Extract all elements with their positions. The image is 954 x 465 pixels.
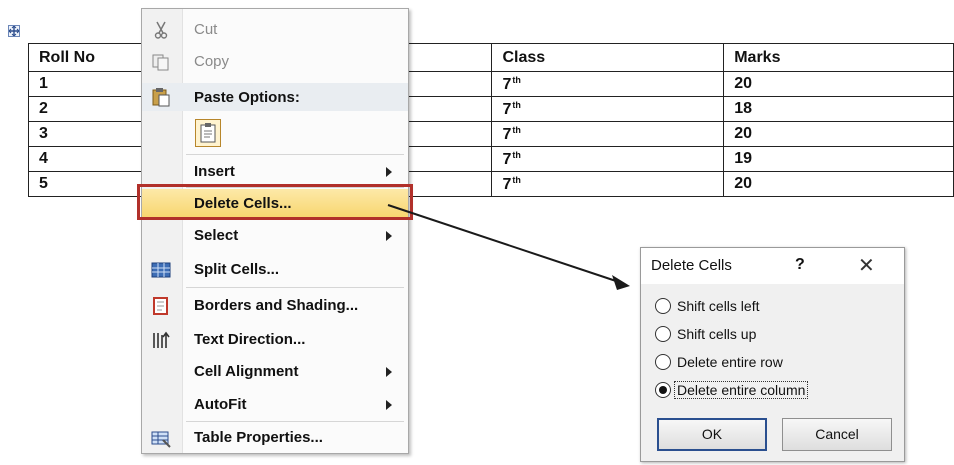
menu-separator [186,421,404,422]
option-label: Delete entire row [677,354,783,370]
submenu-arrow-icon [386,400,392,410]
menu-item-label: Cut [194,21,218,38]
class-suffix: th [512,74,521,85]
help-button[interactable]: ? [795,256,805,274]
class-base: 7 [502,100,512,118]
menu-item-cell-alignment[interactable]: Cell Alignment [142,357,408,387]
class-base: 7 [502,75,512,93]
menu-item-table-properties[interactable]: Table Properties... [142,423,408,453]
menu-item-autofit[interactable]: AutoFit [142,390,408,420]
cell-marks[interactable]: 18 [723,96,954,122]
cell-marks[interactable]: 20 [723,121,954,147]
cell-class[interactable]: 7th [491,121,725,147]
dialog-titlebar: Delete Cells ? ✕ [641,248,904,284]
menu-item-borders-shading[interactable]: Borders and Shading... [142,291,408,321]
copy-icon [151,52,171,72]
submenu-arrow-icon [386,231,392,241]
cell-class[interactable]: 7th [491,96,725,122]
borders-icon [151,296,171,316]
menu-item-split-cells[interactable]: Split Cells... [142,255,408,285]
table-move-handle-icon[interactable] [8,25,20,37]
menu-item-select[interactable]: Select [142,221,408,251]
menu-item-label: Insert [194,163,235,180]
clipboard-icon [151,87,171,107]
class-base: 7 [502,125,512,143]
close-icon[interactable]: ✕ [858,253,875,278]
cell-marks[interactable]: 20 [723,171,954,197]
ok-button[interactable]: OK [657,418,767,451]
dialog-title: Delete Cells [651,257,732,274]
menu-item-label: AutoFit [194,396,247,413]
header-class[interactable]: Class [491,43,725,72]
class-base: 7 [502,150,512,168]
radio-button-selected[interactable] [655,382,671,398]
menu-item-label: Select [194,227,239,244]
paste-options-label: Paste Options: [194,89,300,106]
option-label: Shift cells up [677,326,757,342]
option-label: Delete entire column [673,381,809,399]
cell-marks[interactable]: 20 [723,71,954,97]
menu-item-copy[interactable]: Copy [142,47,408,77]
split-cells-icon [151,260,171,280]
menu-separator [186,154,404,155]
cell-marks[interactable]: 19 [723,146,954,172]
radio-button[interactable] [655,326,671,342]
paste-options-header: Paste Options: [142,83,408,111]
paste-keep-formatting-button[interactable] [195,119,221,147]
menu-item-label: Text Direction... [194,331,306,348]
class-base: 7 [502,175,512,193]
class-suffix: th [512,124,521,135]
text-direction-icon [151,330,171,350]
menu-item-label: Copy [194,53,230,70]
menu-item-insert[interactable]: Insert [142,157,408,187]
context-menu: Cut Copy Paste Options: Insert Delete Ce… [141,8,409,454]
menu-item-label: Split Cells... [194,261,280,278]
header-marks[interactable]: Marks [723,43,954,72]
class-suffix: th [512,149,521,160]
menu-item-cut[interactable]: Cut [142,15,408,45]
menu-separator [186,287,404,288]
cell-class[interactable]: 7th [491,71,725,97]
submenu-arrow-icon [386,367,392,377]
cell-class[interactable]: 7th [491,171,725,197]
menu-item-text-direction[interactable]: Text Direction... [142,325,408,355]
option-label: Shift cells left [677,298,760,314]
radio-button[interactable] [655,298,671,314]
scissors-icon [151,20,171,40]
cell-class[interactable]: 7th [491,146,725,172]
menu-item-label: Borders and Shading... [194,297,359,314]
menu-item-label: Table Properties... [194,429,323,446]
class-suffix: th [512,174,521,185]
cancel-button[interactable]: Cancel [782,418,892,451]
radio-button[interactable] [655,354,671,370]
delete-cells-dialog: Delete Cells ? ✕ Shift cells left Shift … [640,247,905,462]
class-suffix: th [512,99,521,110]
callout-highlight-box [137,184,413,220]
menu-item-label: Cell Alignment [194,363,299,380]
table-properties-icon [151,428,171,448]
submenu-arrow-icon [386,167,392,177]
